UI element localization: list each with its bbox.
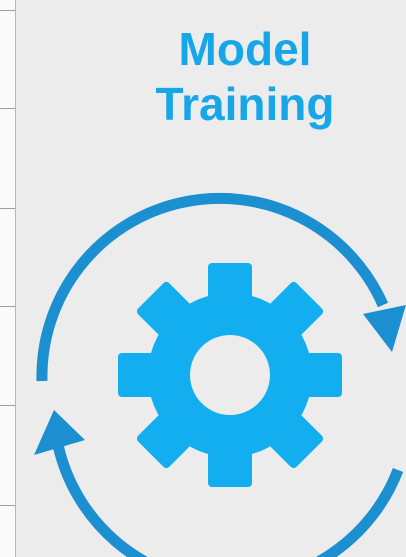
gear-hole bbox=[190, 335, 270, 415]
arrowhead-right bbox=[363, 305, 406, 352]
training-cycle-graphic bbox=[34, 192, 406, 557]
model-training-panel: Model Training bbox=[0, 0, 406, 557]
gear-icon bbox=[118, 263, 342, 487]
